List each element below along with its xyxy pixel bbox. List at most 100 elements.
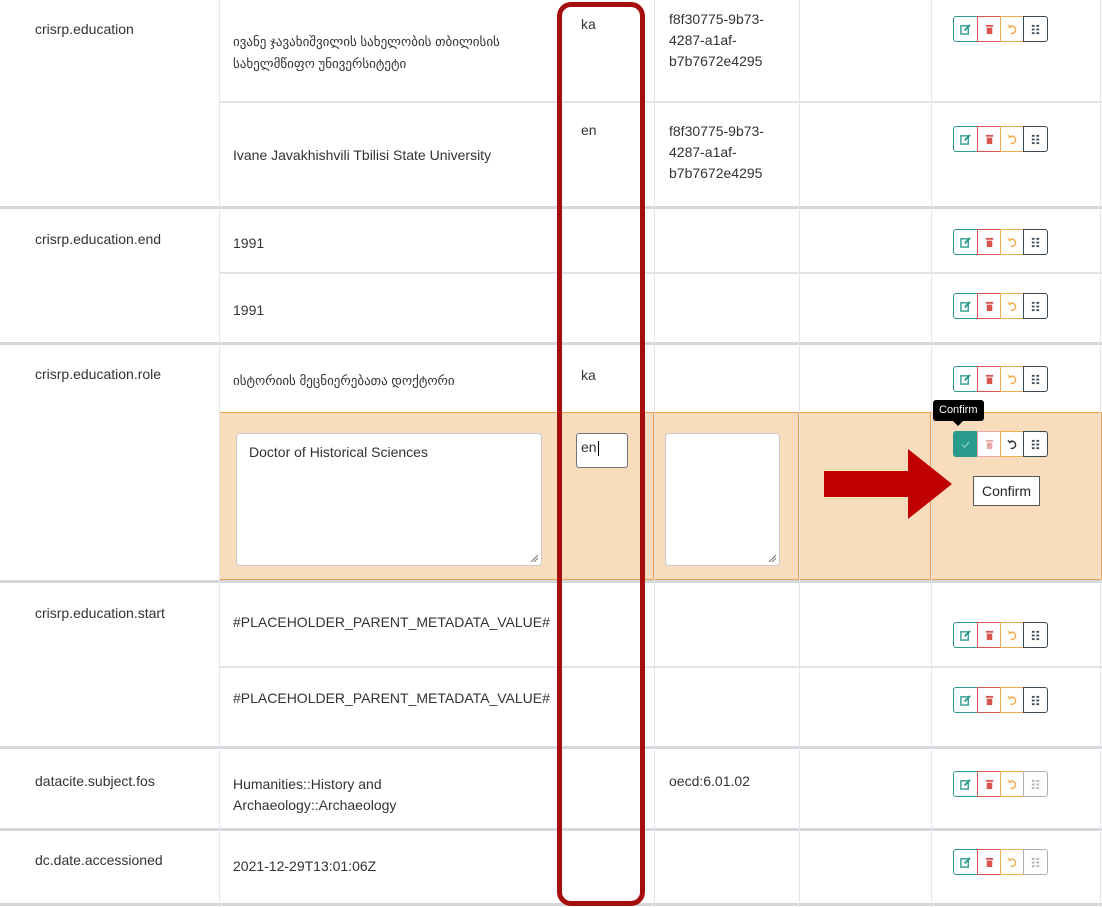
row-divider [219, 272, 1102, 274]
delete-button[interactable] [977, 126, 1001, 152]
delete-button[interactable] [977, 431, 1001, 457]
edit-icon [960, 629, 971, 641]
undo-button[interactable] [1000, 229, 1024, 255]
row-actions [953, 293, 1048, 319]
drag-handle-icon [1030, 134, 1041, 145]
undo-button[interactable] [1000, 771, 1024, 797]
drag-button[interactable] [1023, 431, 1048, 457]
drag-button[interactable] [1023, 16, 1048, 42]
edit-icon [960, 856, 971, 868]
metadata-value: Humanities::History and Archaeology::Arc… [233, 776, 397, 813]
drag-button[interactable] [1023, 126, 1048, 152]
edit-button[interactable] [953, 229, 978, 255]
edit-icon [960, 300, 971, 312]
field-name: crisrp.education.end [35, 231, 162, 247]
confirm-button[interactable] [953, 431, 978, 457]
value-textarea[interactable]: Doctor of Historical Sciences [236, 433, 542, 566]
edit-button[interactable] [953, 771, 978, 797]
authority-value: f8f30775-9b73-4287-a1af-b7b7672e4295 [669, 11, 764, 69]
undo-icon [1006, 630, 1018, 641]
undo-button[interactable] [1000, 849, 1024, 875]
confirm-title-tooltip: Confirm [973, 476, 1041, 506]
undo-button[interactable] [1000, 431, 1024, 457]
resize-handle-icon[interactable] [768, 554, 776, 562]
trash-icon [984, 237, 995, 248]
delete-button[interactable] [977, 687, 1001, 713]
edit-icon [960, 23, 971, 35]
edit-button[interactable] [953, 293, 978, 319]
group-divider [0, 342, 1102, 345]
edit-icon [960, 778, 971, 790]
undo-icon [1006, 374, 1018, 385]
delete-button[interactable] [977, 771, 1001, 797]
trash-icon [984, 630, 995, 641]
edit-button[interactable] [953, 849, 978, 875]
trash-icon [984, 695, 995, 706]
delete-button[interactable] [977, 366, 1001, 392]
edit-icon [960, 373, 971, 385]
undo-button[interactable] [1000, 126, 1024, 152]
undo-button[interactable] [1000, 293, 1024, 319]
drag-button[interactable] [1023, 229, 1048, 255]
metadata-value: 2021-12-29T13:01:06Z [233, 858, 377, 874]
trash-icon [984, 301, 995, 312]
undo-icon [1006, 24, 1018, 35]
undo-button[interactable] [1000, 366, 1024, 392]
undo-icon [1006, 301, 1018, 312]
undo-icon [1006, 779, 1018, 790]
undo-button[interactable] [1000, 16, 1024, 42]
edit-button[interactable] [953, 126, 978, 152]
drag-handle-icon [1030, 301, 1041, 312]
row-actions [953, 849, 1048, 875]
edit-button[interactable] [953, 16, 978, 42]
drag-handle-icon [1030, 779, 1041, 790]
metadata-value: 1991 [233, 302, 265, 318]
column-divider [219, 0, 220, 907]
edit-button[interactable] [953, 366, 978, 392]
drag-button[interactable] [1023, 622, 1048, 648]
delete-button[interactable] [977, 849, 1001, 875]
metadata-value: #PLACEHOLDER_PARENT_METADATA_VALUE# [233, 690, 550, 706]
column-divider [654, 0, 655, 907]
undo-button[interactable] [1000, 622, 1024, 648]
edit-icon [960, 694, 971, 706]
drag-button[interactable] [1023, 687, 1048, 713]
column-divider [799, 0, 800, 907]
drag-handle-icon [1030, 439, 1041, 450]
drag-button[interactable] [1023, 366, 1048, 392]
drag-button[interactable] [1023, 293, 1048, 319]
resize-handle-icon[interactable] [530, 554, 538, 562]
row-actions [953, 622, 1048, 648]
undo-button[interactable] [1000, 687, 1024, 713]
check-icon [960, 439, 971, 450]
row-actions [953, 431, 1048, 457]
row-divider [219, 666, 1102, 668]
row-actions [953, 126, 1048, 152]
drag-button[interactable] [1023, 849, 1048, 875]
edit-button[interactable] [953, 687, 978, 713]
metadata-value: ისტორიის მეცნიერებათა დოქტორი [233, 373, 455, 388]
drag-handle-icon [1030, 857, 1041, 868]
delete-button[interactable] [977, 293, 1001, 319]
authority-textarea[interactable] [665, 433, 780, 566]
edit-button[interactable] [953, 622, 978, 648]
drag-button[interactable] [1023, 771, 1048, 797]
delete-button[interactable] [977, 229, 1001, 255]
delete-button[interactable] [977, 16, 1001, 42]
row-actions [953, 229, 1048, 255]
edit-icon [960, 236, 971, 248]
group-divider [0, 580, 1102, 583]
drag-handle-icon [1030, 630, 1041, 641]
group-divider [0, 206, 1102, 209]
delete-button[interactable] [977, 622, 1001, 648]
trash-icon [984, 374, 995, 385]
field-name: crisrp.education.role [35, 366, 162, 382]
drag-handle-icon [1030, 374, 1041, 385]
group-divider [0, 903, 1102, 906]
column-divider [1100, 0, 1101, 907]
edit-icon [960, 133, 971, 145]
drag-handle-icon [1030, 24, 1041, 35]
row-actions [953, 16, 1048, 42]
trash-icon [984, 857, 995, 868]
undo-icon [1006, 134, 1018, 145]
